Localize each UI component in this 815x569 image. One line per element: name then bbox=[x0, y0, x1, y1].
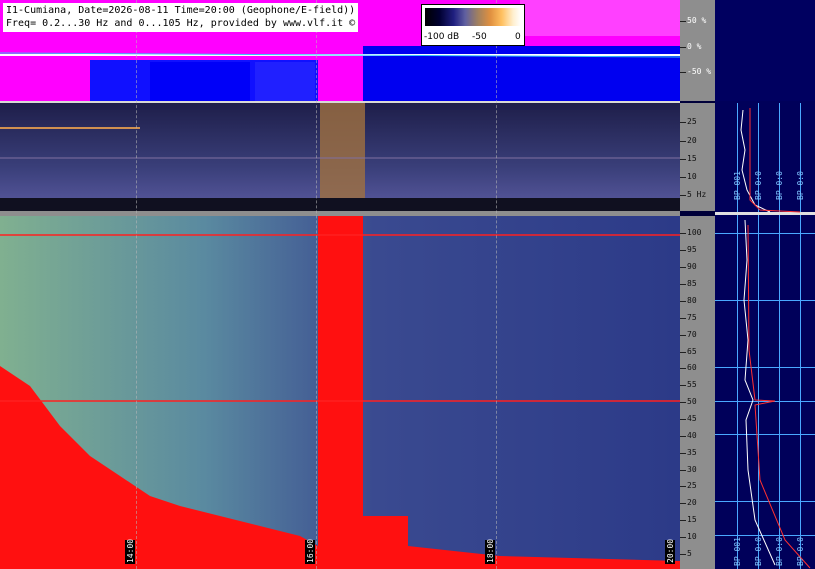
bp-label: BP 0:0 bbox=[796, 171, 805, 200]
time-gridline bbox=[316, 0, 317, 569]
vlf-spectrogram-viewer: 50 % 0 % -50 % 25 20 15 10 5 Hz 100 95 9… bbox=[0, 0, 815, 569]
bp-label: BP 0:0 bbox=[775, 537, 784, 566]
scale-label: 60 bbox=[687, 363, 697, 372]
bp-label: BP 0:0 bbox=[775, 171, 784, 200]
scale-label: 85 bbox=[687, 279, 697, 288]
time-label: 20:00 bbox=[666, 538, 675, 563]
scale-label: 15 bbox=[687, 154, 697, 163]
scale-label: 5 Hz bbox=[687, 190, 707, 199]
scale-label: 20 bbox=[687, 136, 697, 145]
time-marker: 18:00 bbox=[485, 538, 495, 564]
station-info-line2: Freq= 0.2...30 Hz and 0...105 Hz, provid… bbox=[6, 18, 356, 29]
time-marker: 16:00 bbox=[305, 538, 315, 564]
spectrogram-low bbox=[0, 103, 680, 211]
scale-label: 70 bbox=[687, 330, 697, 339]
time-label: 18:00 bbox=[486, 538, 495, 563]
time-gridline bbox=[496, 0, 497, 569]
station-info-line1: I1-Cumiana, Date=2026-08-11 Time=20:00 (… bbox=[6, 5, 356, 16]
scale-label: 10 bbox=[687, 532, 697, 541]
scale-label: 50 bbox=[687, 397, 697, 406]
scale-label: 55 bbox=[687, 380, 697, 389]
scale-label: 45 bbox=[687, 414, 697, 423]
scale-label: 15 bbox=[687, 515, 697, 524]
scale-label: 90 bbox=[687, 262, 697, 271]
time-marker: 20:00 bbox=[665, 538, 675, 564]
bp-label: BP 0:0 bbox=[754, 171, 763, 200]
scale-label: 30 bbox=[687, 465, 697, 474]
scale-label: 20 bbox=[687, 498, 697, 507]
station-info: I1-Cumiana, Date=2026-08-11 Time=20:00 (… bbox=[3, 3, 359, 32]
bp-label: BP 001 bbox=[733, 537, 742, 566]
spectrogram-low-plot bbox=[0, 103, 680, 211]
scale-label: 50 % bbox=[687, 16, 707, 25]
scale-label: 0 % bbox=[687, 42, 702, 51]
spectrogram-low-scale: 25 20 15 10 5 Hz bbox=[680, 103, 715, 211]
scale-label: -50 % bbox=[687, 67, 712, 76]
waveform-scale: 50 % 0 % -50 % bbox=[680, 0, 715, 101]
scale-label: 5 bbox=[687, 549, 692, 558]
scale-label: 65 bbox=[687, 347, 697, 356]
bp-label: BP 001 bbox=[733, 171, 742, 200]
scale-label: 75 bbox=[687, 313, 697, 322]
spectrogram-high bbox=[0, 216, 680, 569]
time-label: 16:00 bbox=[306, 538, 315, 563]
spectrogram-high-plot bbox=[0, 216, 680, 569]
scale-label: 35 bbox=[687, 448, 697, 457]
scale-label: 95 bbox=[687, 245, 697, 254]
bp-label: BP 0:0 bbox=[754, 537, 763, 566]
time-label: 14:00 bbox=[126, 538, 135, 563]
colour-legend: -100 dB -50 0 bbox=[421, 4, 525, 46]
scale-label: 25 bbox=[687, 481, 697, 490]
legend-max: 0 bbox=[515, 32, 521, 42]
panel-header bbox=[715, 0, 815, 101]
legend-min: -100 dB bbox=[424, 32, 460, 42]
time-gridline bbox=[136, 0, 137, 569]
scale-label: 25 bbox=[687, 117, 697, 126]
legend-mid: -50 bbox=[472, 32, 487, 42]
bp-label: BP 0:0 bbox=[796, 537, 805, 566]
time-marker: 14:00 bbox=[125, 538, 135, 564]
scale-label: 10 bbox=[687, 172, 697, 181]
scale-label: 40 bbox=[687, 431, 697, 440]
scale-label: 100 bbox=[687, 228, 702, 237]
scale-label: 80 bbox=[687, 296, 697, 305]
spectrogram-high-scale: 100 95 90 85 80 75 70 65 60 55 50 45 40 … bbox=[680, 216, 715, 569]
colour-gradient bbox=[425, 8, 521, 26]
